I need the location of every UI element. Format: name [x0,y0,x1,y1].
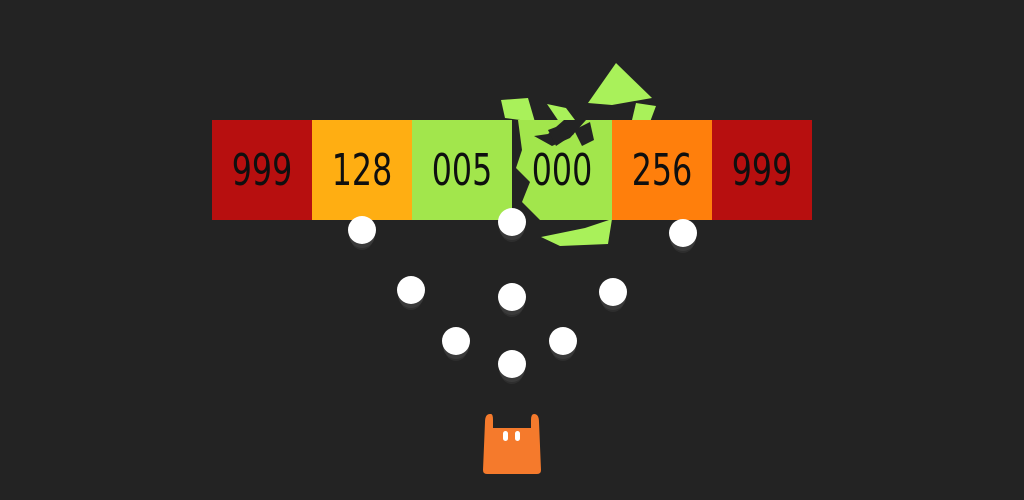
block-row: 999 128 005 000 256 999 [212,120,812,220]
ball [599,278,627,306]
number-block: 005 [412,120,512,220]
ball [442,327,470,355]
ball-launcher-cannon[interactable] [481,412,543,474]
fragment [501,98,535,122]
number-block: 999 [712,120,812,220]
ball [669,219,697,247]
block-value: 128 [331,144,393,196]
fragment [588,63,652,105]
ball [348,216,376,244]
game-stage[interactable]: 999 128 005 000 256 999 [0,0,1024,500]
shattering-block: 000 [512,120,612,220]
ball [397,276,425,304]
block-value: 999 [731,144,793,196]
fragment [541,219,612,246]
ball [498,350,526,378]
ball [498,208,526,236]
cannon-eye-right [515,431,520,441]
number-block: 999 [212,120,312,220]
cannon-eye-left [503,431,508,441]
number-block: 128 [312,120,412,220]
block-value: 999 [231,144,293,196]
block-value: 005 [431,144,493,196]
number-block: 256 [612,120,712,220]
ball [498,283,526,311]
ball [549,327,577,355]
block-value: 000 [531,144,593,196]
block-value: 256 [631,144,693,196]
